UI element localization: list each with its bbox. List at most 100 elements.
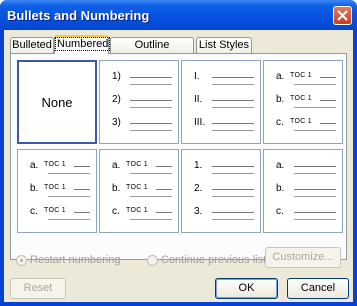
radio-selected-icon [16, 254, 27, 266]
list-item-preview: b. [276, 183, 336, 197]
gallery-cell-7[interactable]: a. b. c. [263, 149, 343, 233]
text-line [130, 130, 172, 131]
text-line [74, 166, 90, 167]
text-line [320, 100, 336, 101]
tab-list-styles-label: List Styles [198, 39, 250, 51]
text-line [294, 196, 336, 197]
reset-button[interactable]: Reset [10, 278, 66, 299]
text-line [48, 196, 90, 197]
none-label: None [41, 95, 73, 110]
toc-label: TOC 1 [290, 72, 312, 79]
text-line [212, 166, 254, 167]
list-marker: b. [276, 183, 285, 194]
tab-outline-numbered[interactable]: Outline Numbered [110, 37, 194, 65]
tab-numbered-label: Numbered [55, 37, 111, 51]
gallery-cell-6[interactable]: 1. 2. 3. [181, 149, 261, 233]
dialog-window: Bullets and Numbering Bulleted Numbered … [0, 0, 357, 306]
text-line [212, 189, 254, 190]
toc-label: TOC 1 [44, 207, 66, 214]
list-item-preview: c. TOC 1 [112, 206, 172, 220]
list-marker: 1. [194, 160, 203, 171]
text-line [212, 196, 254, 197]
toc-label: TOC 1 [126, 184, 148, 191]
text-line [294, 189, 336, 190]
toc-label: TOC 1 [290, 118, 312, 125]
text-line [320, 123, 336, 124]
numbered-panel: None 1) 2) 3) I. II. III. a. TOC 1 b. TOC 1 c. TOC … [10, 53, 347, 260]
gallery-cell-4[interactable]: a. TOC 1 b. TOC 1 c. TOC 1 [17, 149, 97, 233]
gallery-cell-3[interactable]: a. TOC 1 b. TOC 1 c. TOC 1 [263, 60, 343, 144]
list-item-preview: a. TOC 1 [30, 160, 90, 174]
text-line [130, 173, 172, 174]
tab-bulleted-label: Bulleted [12, 39, 52, 51]
list-marker: 2) [112, 94, 121, 105]
gallery-cell-1[interactable]: 1) 2) 3) [99, 60, 179, 144]
close-icon [337, 10, 348, 21]
text-line [74, 212, 90, 213]
continue-previous-list-radio[interactable]: Continue previous list [147, 254, 266, 266]
toc-label: TOC 1 [44, 184, 66, 191]
text-line [130, 219, 172, 220]
list-marker: II. [194, 94, 203, 105]
text-line [294, 130, 336, 131]
gallery-cell-none[interactable]: None [17, 60, 97, 144]
text-line [48, 219, 90, 220]
list-item-preview: a. TOC 1 [276, 71, 336, 85]
restart-numbering-text: Restart numbering [30, 254, 121, 266]
dialog-body: Bulleted Numbered Outline Numbered List … [4, 30, 353, 302]
list-item-preview: III. [194, 117, 254, 131]
list-item-preview: 1) [112, 71, 172, 85]
restart-numbering-radio[interactable]: Restart numbering [16, 254, 121, 266]
radio-empty-icon [147, 254, 158, 266]
continue-previous-list-text: Continue previous list [161, 254, 267, 266]
list-item-preview: 1. [194, 160, 254, 174]
close-button[interactable] [333, 6, 352, 25]
text-line [212, 123, 254, 124]
text-line [294, 173, 336, 174]
toc-label: TOC 1 [44, 161, 66, 168]
text-line [294, 219, 336, 220]
text-line [130, 196, 172, 197]
text-line [212, 107, 254, 108]
text-line [294, 166, 336, 167]
tab-numbered[interactable]: Numbered [54, 35, 111, 54]
list-marker: III. [194, 117, 206, 128]
text-line [212, 219, 254, 220]
cancel-button[interactable]: Cancel [287, 278, 349, 299]
list-marker: I. [194, 71, 200, 82]
text-line [294, 107, 336, 108]
list-item-preview: c. [276, 206, 336, 220]
title-bar[interactable]: Bullets and Numbering [0, 0, 357, 30]
list-item-preview: 3. [194, 206, 254, 220]
text-line [320, 77, 336, 78]
text-line [130, 123, 172, 124]
list-item-preview: 2) [112, 94, 172, 108]
toc-label: TOC 1 [126, 207, 148, 214]
list-marker: 2. [194, 183, 203, 194]
text-line [74, 189, 90, 190]
gallery-cell-2[interactable]: I. II. III. [181, 60, 261, 144]
text-line [156, 212, 172, 213]
toc-label: TOC 1 [290, 95, 312, 102]
list-item-preview: a. TOC 1 [112, 160, 172, 174]
tab-bulleted[interactable]: Bulleted [10, 37, 54, 53]
text-line [130, 107, 172, 108]
list-marker: 1) [112, 71, 121, 82]
text-line [212, 84, 254, 85]
list-item-preview: a. [276, 160, 336, 174]
text-line [212, 100, 254, 101]
dialog-title: Bullets and Numbering [7, 8, 150, 23]
list-item-preview: c. TOC 1 [30, 206, 90, 220]
list-item-preview: 2. [194, 183, 254, 197]
toc-label: TOC 1 [126, 161, 148, 168]
ok-button[interactable]: OK [215, 278, 278, 299]
customize-button[interactable]: Customize... [265, 247, 341, 268]
text-line [130, 100, 172, 101]
text-line [294, 84, 336, 85]
gallery-cell-5[interactable]: a. TOC 1 b. TOC 1 c. TOC 1 [99, 149, 179, 233]
list-item-preview: I. [194, 71, 254, 85]
list-item-preview: c. TOC 1 [276, 117, 336, 131]
list-item-preview: 3) [112, 117, 172, 131]
tab-list-styles[interactable]: List Styles [196, 37, 252, 53]
text-line [156, 189, 172, 190]
